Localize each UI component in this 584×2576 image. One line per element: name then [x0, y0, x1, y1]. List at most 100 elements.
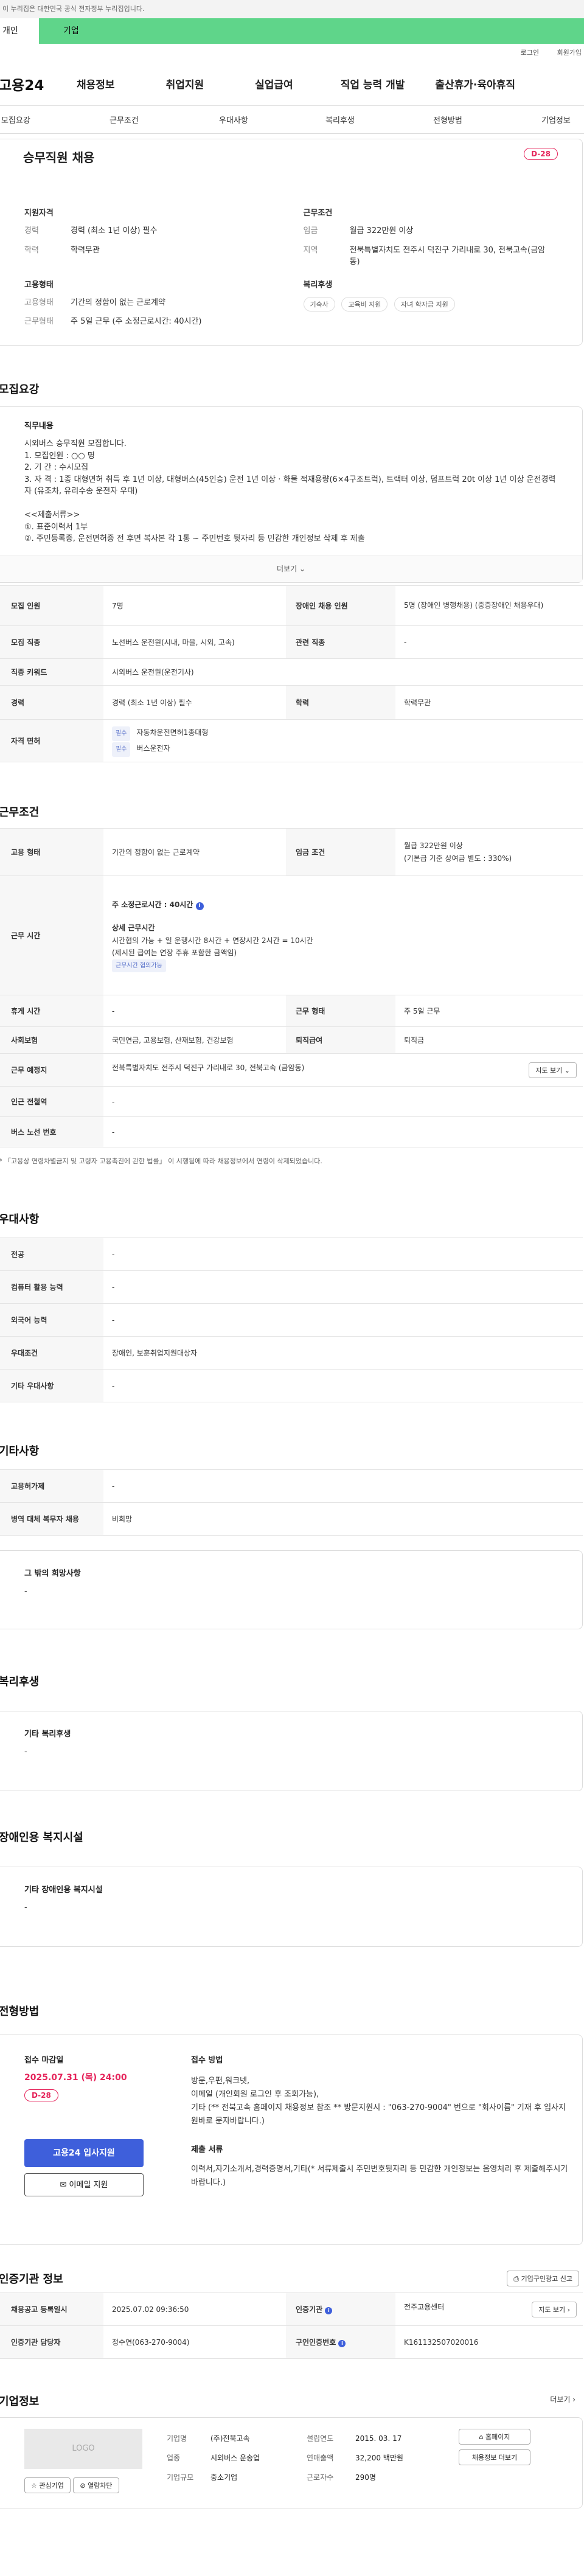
info-icon[interactable]: i: [325, 2307, 333, 2314]
site-logo[interactable]: 고용24: [0, 74, 77, 94]
cell-value: -: [103, 1303, 583, 1337]
method-value: 방문,우편,워크넷, 이메일 (개인회원 로그인 후 조회가능), 기타 (**…: [191, 2076, 566, 2126]
job-title: 승무직원 채용: [23, 150, 95, 165]
cond-label: 임금: [303, 226, 318, 235]
tab-individual[interactable]: 개인: [0, 18, 39, 44]
place-value: 전북특별자치도 전주시 덕진구 가리내로 30, 전북고속 (금암동): [112, 1063, 305, 1072]
license-tag: 필수: [112, 742, 131, 757]
company-value: 32,200 백만원: [355, 2454, 403, 2462]
block-view-button[interactable]: ⊘ 열람차단: [73, 2477, 119, 2493]
company-section-title: 기업정보: [0, 2395, 40, 2408]
disabled-box: 기타 장애인용 복지시설 -: [0, 1867, 583, 1947]
disabled-box-value: -: [24, 1903, 27, 1912]
process-dday-badge: D-28: [24, 2089, 58, 2101]
main-nav: 고용24 채용정보 취업지원 실업급여 직업 능력 개발 출산휴가·육아휴직: [0, 62, 584, 106]
pref-table: 전공 - 컴퓨터 활용 능력 - 외국어 능력 - 우대조건 장애인, 보훈취업지원대상…: [0, 1238, 583, 1402]
subnav-process[interactable]: 전형방법: [433, 114, 462, 125]
wage-value: 월급 322만원 이상: [404, 841, 463, 851]
email-apply-button[interactable]: ✉ 이메일 지원: [24, 2173, 144, 2196]
login-link[interactable]: 로그인: [521, 49, 539, 57]
cell-value: 7명: [103, 585, 286, 626]
subnav-pref[interactable]: 우대사항: [219, 114, 248, 125]
welfare-title: 복리후생: [303, 280, 333, 290]
hours-detail-title: 상세 근무시간: [112, 924, 155, 933]
report-ad-button[interactable]: ⎙ 기업구인광고 신고: [507, 2271, 579, 2286]
gnb-item-unemployment[interactable]: 실업급여: [255, 76, 293, 91]
cell-value: 주 5일 근무: [395, 995, 583, 1027]
gnb-item-leave[interactable]: 출산휴가·육아휴직: [435, 76, 515, 91]
cell-value: 2025.07.02 09:36:50: [103, 2292, 286, 2326]
company-logo: LOGO: [24, 2429, 142, 2469]
welfare-box-value: -: [24, 1747, 27, 1756]
desc-more-button[interactable]: 더보기 ⌄: [0, 555, 582, 582]
map-button[interactable]: 지도 보기 ⌄: [529, 1062, 577, 1078]
subnav-work[interactable]: 근무조건: [109, 114, 139, 125]
deadline-value: 2025.07.31 (목) 24:00: [24, 2073, 127, 2083]
cell-label: 경력: [0, 685, 103, 720]
company-more-link[interactable]: 더보기 ›: [550, 2394, 575, 2404]
cell-value: 5명 (장애인 병행채용) (중증장애인 채용우대): [395, 585, 583, 626]
signup-link[interactable]: 회원가입: [557, 49, 582, 57]
emp-value: 주 5일 근무 (주 소정근로시간: 40시간): [71, 317, 202, 326]
disabled-box-title: 기타 장애인용 복지시설: [24, 1885, 103, 1895]
age-note: * 「고용상 연령차별금지 및 고령자 고용촉진에 관한 법률」 이 시행됨에 …: [0, 1157, 322, 1165]
cell-label: 버스 노선 번호: [0, 1116, 103, 1147]
gnb-item-support[interactable]: 취업지원: [166, 76, 204, 91]
license-list: 필수 자동차운전면허1종대형 필수 버스운전자: [103, 719, 583, 762]
emp-title: 고용형태: [24, 280, 54, 290]
agency-org-label: 인증기관 i: [286, 2292, 395, 2326]
apply-button[interactable]: 고용24 입사지원: [24, 2139, 144, 2167]
cell-label: 근무 예정지: [0, 1053, 103, 1087]
cell-value: -: [103, 1116, 583, 1147]
agency-no-label: 구인인증번호 i: [286, 2325, 395, 2359]
company-value: 중소기업: [210, 2473, 238, 2482]
qual-title: 지원자격: [24, 209, 54, 218]
gnb-item-training[interactable]: 직업 능력 개발: [341, 76, 405, 91]
cell-label: 기타 우대사항: [0, 1369, 103, 1402]
homepage-button[interactable]: ⌂ 홈페이지: [459, 2429, 530, 2445]
cell-value: 학력무관: [395, 685, 583, 720]
cell-value: -: [395, 625, 583, 659]
hours-cell: 주 소정근로시간 : 40시간 i 상세 근무시간 시간협의 가능 + 일 운행…: [103, 875, 583, 995]
pref-section-title: 우대사항: [0, 1213, 40, 1226]
emp-value: 기간의 정함이 없는 근로계약: [71, 298, 165, 307]
cell-label: 모집 직종: [0, 625, 103, 659]
cell-value: 국민연금, 고용보험, 산재보험, 건강보험: [103, 1026, 286, 1054]
info-icon[interactable]: i: [338, 2340, 346, 2347]
gnb-item-jobs[interactable]: 채용정보: [77, 76, 115, 91]
hours-detail: 시간협의 가능 + 일 운행시간 8시간 + 연장시간 2시간 = 10시간: [112, 936, 313, 945]
process-section-title: 전형방법: [0, 2005, 40, 2018]
subnav-company[interactable]: 기업정보: [541, 114, 571, 125]
company-jobs-button[interactable]: 채용정보 더보기: [459, 2449, 530, 2465]
agency-map-button[interactable]: 지도 보기 ›: [532, 2301, 577, 2317]
cell-value: -: [103, 1238, 583, 1271]
cell-value: -: [103, 1270, 583, 1304]
company-value: 2015. 03. 17: [355, 2434, 402, 2443]
cell-label: 임금 조건: [286, 828, 395, 876]
cell-value: 장애인, 보훈취업지원대상자: [103, 1336, 583, 1370]
cell-value: -: [103, 1086, 583, 1117]
emp-label: 고용형태: [24, 298, 54, 307]
disabled-section-title: 장애인용 복지시설: [0, 1831, 83, 1844]
tab-business[interactable]: 기업: [39, 18, 584, 44]
cell-label: 인근 전철역: [0, 1086, 103, 1117]
cond-label: 지역: [303, 245, 318, 255]
emp-label: 근무형태: [24, 317, 54, 326]
hours-main: 주 소정근로시간 : 40시간: [112, 900, 193, 909]
hours-tag: 근무시간 협의가능: [112, 959, 166, 973]
subnav-recruit[interactable]: 모집요강: [1, 114, 30, 125]
welfare-section-title: 복리후생: [0, 1676, 40, 1688]
cell-value: -: [103, 1469, 583, 1503]
license-tag: 필수: [112, 726, 131, 741]
cell-label: 전공: [0, 1238, 103, 1271]
subnav-welfare[interactable]: 복리후생: [325, 114, 355, 125]
company-value: (주)전북고속: [210, 2434, 250, 2443]
info-icon[interactable]: i: [195, 902, 204, 910]
cell-value: 시외버스 운전원(운전기사): [103, 658, 583, 686]
favorite-company-button[interactable]: ☆ 관심기업: [24, 2477, 71, 2493]
docs-title: 제출 서류: [191, 2145, 223, 2155]
cell-label: 우대조건: [0, 1336, 103, 1370]
wish-title: 그 밖의 희망사항: [24, 1569, 81, 1578]
job-description-box: 직무내용 시외버스 승무직원 모집합니다. 1. 모집인원 : ○○ 명 2. …: [0, 406, 583, 583]
cell-label: 사회보험: [0, 1026, 103, 1054]
